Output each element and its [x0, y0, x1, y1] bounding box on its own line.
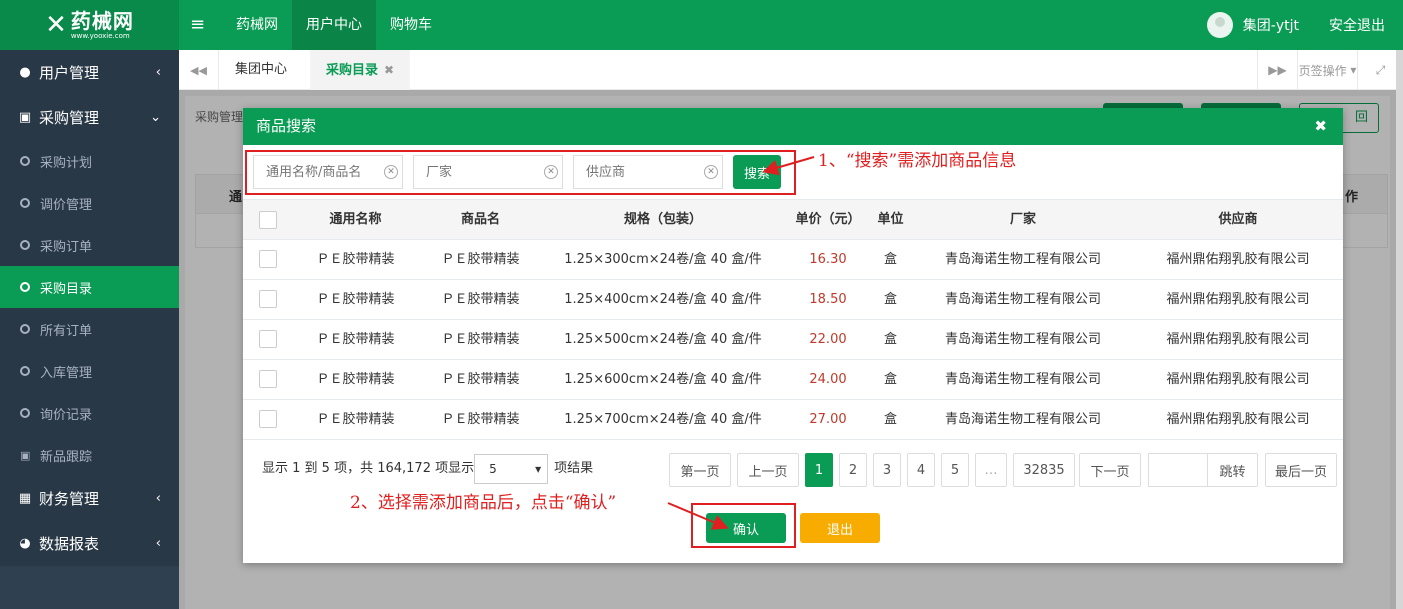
arrow-to-search — [762, 156, 815, 176]
arrow-to-confirm — [667, 502, 729, 530]
annotation-arrows — [667, 156, 815, 530]
